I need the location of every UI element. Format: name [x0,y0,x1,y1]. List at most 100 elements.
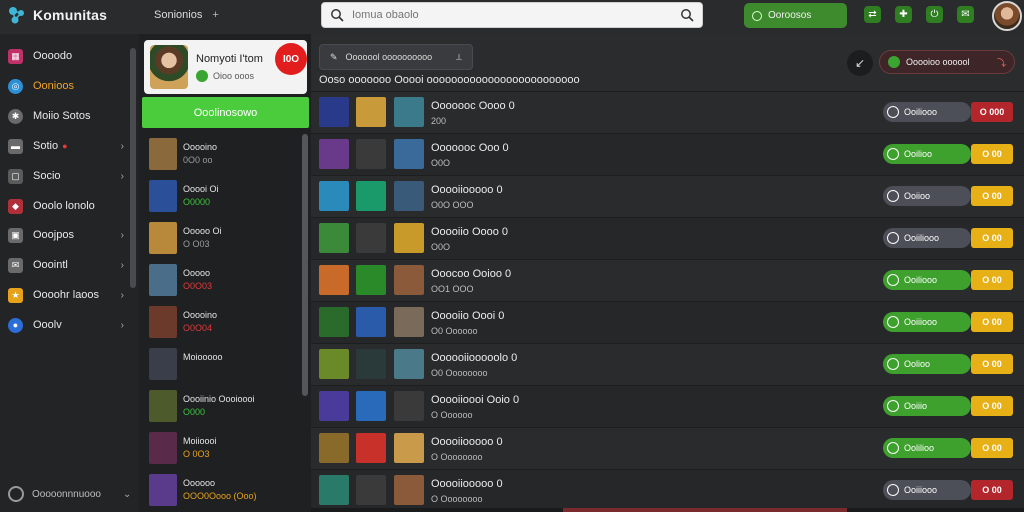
filter-dropdown[interactable]: ✎ Ooooool oooooooooo ⟂ [319,44,473,70]
search-bar[interactable] [321,2,703,28]
grid-icon: ▦ [8,48,23,64]
game-thumbnail [319,181,349,211]
star-icon: ★ [8,287,23,303]
friend-avatar [149,390,177,422]
table-row[interactable]: Ooooiiooooo 0 O Oooooooo Oolilioo O 00 [311,427,1024,469]
app-logo[interactable]: Komunitas [6,4,107,26]
sidebar-item-mods[interactable]: ✱ Moiio Sotos [0,104,128,128]
row-action-button[interactable]: Ooiiiooo [883,312,971,332]
price-badge[interactable]: O 00 [971,270,1013,290]
back-button[interactable]: ↙ [847,50,873,76]
friend-item[interactable]: Ooooo Oi O O03 [149,222,299,258]
game-thumbnail [394,181,424,211]
search-input[interactable] [352,9,680,21]
sidebar-item-home[interactable]: ▦ Oooodo [0,44,128,68]
friend-item[interactable]: Ooooi Oi O0000 [149,180,299,216]
row-subtitle: O Oooooooo [431,494,483,504]
row-action-button[interactable]: Ooiliooo [883,270,971,290]
table-row[interactable]: Ooocoo Ooioo 0 OO1 OOO Ooiliooo O 00 [311,259,1024,301]
shuffle-icon[interactable]: ⇄ [864,6,881,23]
user-avatar[interactable] [992,1,1022,31]
friend-item[interactable]: Moiooooo [149,348,299,384]
sidebar-item-world[interactable]: ● Ooolv › [0,313,128,337]
table-row[interactable]: Ooooooc Oooo 0 200 Ooiliooo O 000 [311,91,1024,133]
game-thumbnail [356,265,386,295]
profile-card[interactable]: Nomyoti I'tom Oioo ooos I0O [144,40,307,94]
table-row[interactable]: Ooooiiooooo 0 O Oooooooo Ooiiiooo O 00 [311,469,1024,511]
game-thumbnail [394,349,424,379]
pin-icon: ⟂ [455,51,462,62]
sidebar-scrollbar[interactable] [130,48,136,288]
top-icon-group: ⇄ ✚ ⏻ ✉ [864,6,974,23]
friend-item[interactable]: Moiioooi O 0O3 [149,432,299,468]
friend-item[interactable]: Ooooino O0O04 [149,306,299,342]
friend-item[interactable]: Ooooo O0O03 [149,264,299,300]
game-thumbnail [319,139,349,169]
play-icon [887,358,899,370]
top-bar: Komunitas Sonionios + Ooroosos ⇄ ✚ ⏻ ✉ [0,0,1024,34]
row-title: Oooooiiooooolo 0 [431,352,518,364]
friend-item[interactable]: Ooooino 0O0 oo [149,138,299,174]
price-badge[interactable]: O 00 [971,438,1013,458]
table-row[interactable]: Ooooiiooooo 0 O0O OOO Ooiioo O 00 [311,175,1024,217]
search-submit-icon[interactable] [680,8,694,22]
row-action-button[interactable]: Ooiliooo [883,102,971,122]
table-row[interactable]: Ooooooc Ooo 0 O0O Ooilioo O 00 [311,133,1024,175]
table-row[interactable]: Ooooiio Oooo 0 O0O Ooiiliooo O 00 [311,217,1024,259]
sidebar-item-bookmarks[interactable]: ◆ Ooolo lonolo [0,194,128,218]
game-thumbnail [356,223,386,253]
status-button[interactable]: Ooroosos [744,3,847,28]
row-action-button[interactable]: Ooiioo [883,186,971,206]
row-title: Ooocoo Ooioo 0 [431,268,512,280]
table-row[interactable]: Ooooiioooi Ooio 0 O Oooooo Ooiiio O 00 [311,385,1024,427]
activity-button[interactable]: Ooooioo oooool ⤵ [879,50,1015,74]
price-badge[interactable]: O 00 [971,396,1013,416]
chat-icon[interactable]: ✉ [957,6,974,23]
sidebar-item-discover[interactable]: ◎ Oonioos [0,74,128,98]
sidebar-item-favorites[interactable]: ★ Oooohr laoos › [0,283,128,307]
table-row[interactable]: Oooooiiooooolo 0 O0 Oooooooo Oolioo O 00 [311,343,1024,385]
friend-name: Ooooino [183,310,218,320]
sidebar-item-social[interactable]: ▢ Socio › [0,164,128,188]
status-dot-icon [752,10,762,21]
top-nav-add-icon[interactable]: + [212,9,218,21]
price-badge[interactable]: O 00 [971,354,1013,374]
sidebar-footer[interactable]: Ooooonnnuooo ⌄ [8,486,131,502]
power-icon[interactable]: ⏻ [926,6,943,23]
friends-scrollbar[interactable] [302,134,308,396]
row-action-button[interactable]: Ooiiliooo [883,228,971,248]
game-thumbnail [319,265,349,295]
price-badge[interactable]: O 00 [971,312,1013,332]
sidebar-item-mail[interactable]: ✉ Ooointl › [0,253,128,277]
notification-badge[interactable]: I0O [275,43,307,75]
search-icon [331,9,344,22]
friend-name: Oooooo [183,478,216,488]
table-row[interactable]: Ooooiio Oooi 0 O0 Oooooo Ooiiiooo O 00 [311,301,1024,343]
main-content: ✎ Ooooool oooooooooo ⟂ ↙ Ooooioo oooool … [311,34,1024,512]
game-thumbnail [356,349,386,379]
price-badge[interactable]: O 000 [971,102,1013,122]
gamepad-icon[interactable]: ✚ [895,6,912,23]
row-action-button[interactable]: Ooiiiooo [883,480,971,500]
friend-name: Ooooino [183,142,218,152]
game-thumbnail [356,307,386,337]
price-badge[interactable]: O 00 [971,144,1013,164]
friend-item[interactable]: Oooooo OOO0Oooo (Ooo) [149,474,299,510]
sidebar-item-gallery[interactable]: ▣ Ooojpos › [0,223,128,247]
add-friend-button[interactable]: Ooolinosowo [142,97,309,128]
sidebar-item-store[interactable]: ▬ Sotio ● › [0,134,128,158]
sidebar: ▦ Oooodo ◎ Oonioos ✱ Moiio Sotos ▬ Sotio… [0,34,139,512]
price-badge[interactable]: O 00 [971,480,1013,500]
row-action-button[interactable]: Oolilioo [883,438,971,458]
row-action-button[interactable]: Oolioo [883,354,971,374]
sidebar-item-label: Sotio [33,140,59,152]
top-nav-label[interactable]: Sonionios [154,9,202,21]
row-action-button[interactable]: Ooilioo [883,144,971,164]
row-action-button[interactable]: Ooiiio [883,396,971,416]
price-badge[interactable]: O 00 [971,186,1013,206]
arrow-icon: ⤵ [996,57,1006,68]
scrollbar-thumb[interactable] [563,508,847,512]
price-badge[interactable]: O 00 [971,228,1013,248]
horizontal-scrollbar[interactable] [311,508,1024,512]
friend-item[interactable]: Oooiinio Oooioooi O000 [149,390,299,426]
